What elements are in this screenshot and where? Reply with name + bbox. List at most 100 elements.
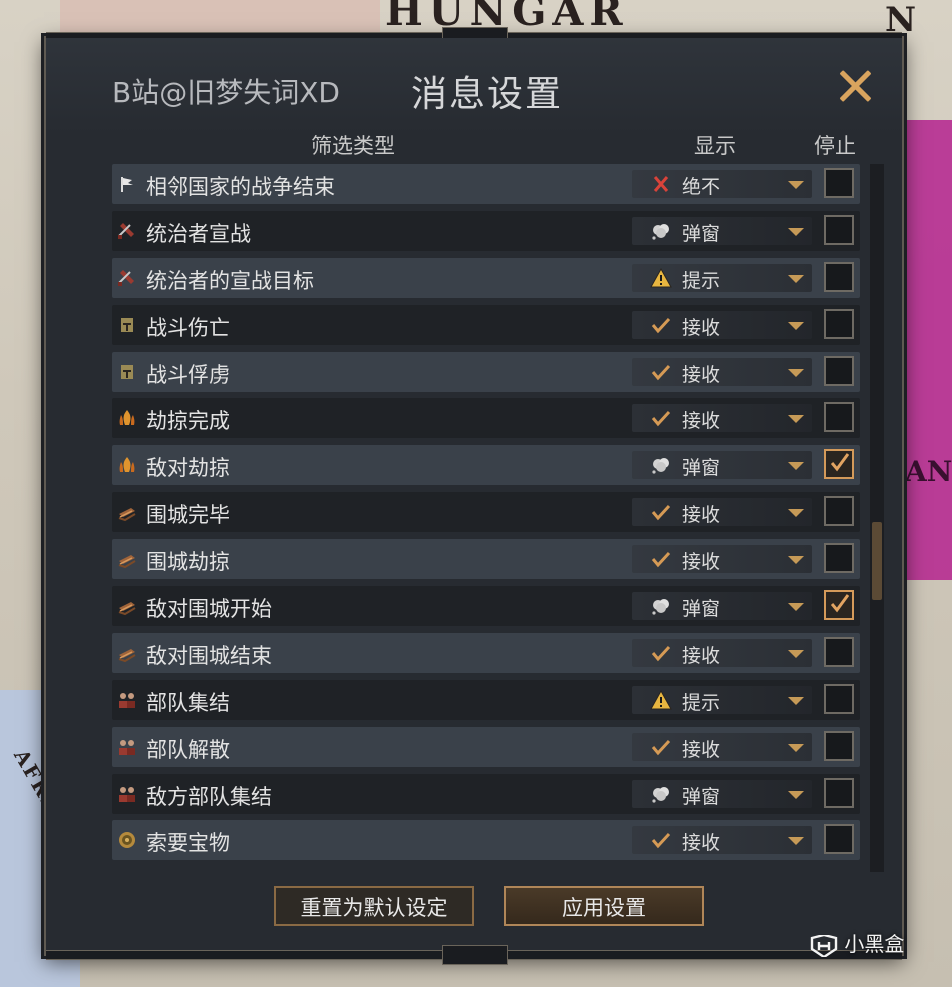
- display-dropdown[interactable]: 接收: [632, 357, 812, 386]
- filter-row: 统治者宣战 弹窗: [112, 210, 860, 251]
- filter-row-label: 统治者的宣战目标: [146, 268, 314, 293]
- checkmark-icon: [830, 592, 850, 614]
- display-dropdown[interactable]: 接收: [632, 638, 812, 667]
- display-dropdown-value: 接收: [682, 316, 721, 339]
- chevron-down-icon: [788, 509, 804, 518]
- stop-checkbox[interactable]: [824, 543, 854, 574]
- dialog-subtitle: B站@旧梦失词XD: [112, 76, 340, 109]
- checkmark-icon: [650, 362, 672, 382]
- reset-defaults-button[interactable]: 重置为默认设定: [274, 886, 474, 926]
- filter-row: 敌对围城结束 接收: [112, 632, 860, 673]
- display-dropdown-value: 接收: [682, 363, 721, 386]
- chevron-down-icon: [788, 696, 804, 705]
- dialog-title: 消息设置: [411, 74, 564, 115]
- filter-row-label: 战斗俘虏: [146, 362, 230, 387]
- dialog-header: B站@旧梦失词XD 消息设置: [46, 38, 902, 134]
- chevron-down-icon: [788, 462, 804, 471]
- message-settings-dialog: B站@旧梦失词XD 消息设置 筛选类型 显示 停止 相邻国家的战争结束 绝不 统治者…: [44, 27, 904, 965]
- checkmark-icon: [650, 549, 672, 569]
- stop-checkbox[interactable]: [824, 636, 854, 667]
- filter-row: 相邻国家的战争结束 绝不: [112, 164, 860, 204]
- stop-checkbox[interactable]: [824, 730, 854, 761]
- war-scroll-icon: [117, 221, 137, 241]
- display-dropdown[interactable]: 弹窗: [632, 216, 812, 245]
- stop-checkbox[interactable]: [824, 308, 854, 339]
- column-header-stop: 停止: [814, 134, 856, 158]
- display-dropdown-value: 提示: [682, 691, 721, 714]
- display-dropdown[interactable]: 弹窗: [632, 592, 812, 621]
- display-dropdown[interactable]: 接收: [632, 826, 812, 855]
- cloud-icon: [650, 221, 672, 241]
- display-dropdown[interactable]: 接收: [632, 498, 812, 527]
- bottom-ornament: [46, 945, 902, 965]
- stop-checkbox[interactable]: [824, 168, 854, 198]
- stop-checkbox[interactable]: [824, 261, 854, 292]
- chevron-down-icon: [788, 790, 804, 799]
- stop-checkbox[interactable]: [824, 777, 854, 808]
- display-dropdown[interactable]: 提示: [632, 263, 812, 292]
- filter-row: 索要宝物 接收: [112, 820, 860, 861]
- display-dropdown[interactable]: 接收: [632, 732, 812, 761]
- filter-list: 相邻国家的战争结束 绝不 统治者宣战 弹窗 统治者的宣战目标 提示 战斗伤亡 接收 战斗俘虏 接收…: [112, 164, 860, 867]
- apply-settings-button[interactable]: 应用设置: [504, 886, 704, 926]
- stop-checkbox[interactable]: [824, 496, 854, 527]
- filter-row-label: 部队集结: [146, 690, 230, 715]
- display-dropdown[interactable]: 弹窗: [632, 451, 812, 480]
- filter-row-label: 敌对劫掠: [146, 456, 230, 481]
- checkmark-icon: [650, 315, 672, 335]
- display-dropdown[interactable]: 绝不: [632, 170, 812, 198]
- stop-checkbox[interactable]: [824, 355, 854, 386]
- display-dropdown-value: 接收: [682, 738, 721, 761]
- chevron-down-icon: [788, 556, 804, 565]
- display-dropdown[interactable]: 接收: [632, 404, 812, 433]
- treasure-icon: [117, 830, 137, 850]
- display-dropdown-value: 接收: [682, 551, 721, 574]
- cloud-icon: [650, 455, 672, 475]
- white-flag-icon: [117, 174, 137, 194]
- chevron-down-icon: [788, 368, 804, 377]
- chevron-down-icon: [788, 603, 804, 612]
- helmet-icon: [117, 362, 137, 382]
- filter-row: 围城完毕 接收: [112, 492, 860, 533]
- checkmark-icon: [830, 451, 850, 473]
- filter-row-label: 敌对围城结束: [146, 643, 272, 668]
- display-dropdown-value: 绝不: [682, 176, 721, 198]
- display-dropdown[interactable]: 提示: [632, 685, 812, 714]
- display-dropdown[interactable]: 接收: [632, 310, 812, 339]
- stop-checkbox[interactable]: [824, 683, 854, 714]
- scrollbar[interactable]: [870, 164, 884, 872]
- filter-row: 敌对围城开始 弹窗: [112, 586, 860, 627]
- stop-checkbox[interactable]: [824, 449, 854, 480]
- checkmark-icon: [650, 643, 672, 663]
- siege-ram-icon: [117, 549, 137, 569]
- column-header-filter: 筛选类型: [311, 134, 395, 158]
- warning-icon: [650, 689, 672, 710]
- display-dropdown[interactable]: 弹窗: [632, 779, 812, 808]
- checkmark-icon: [650, 737, 672, 757]
- display-dropdown-value: 弹窗: [682, 457, 721, 480]
- stop-checkbox[interactable]: [824, 824, 854, 855]
- filter-row: 敌方部队集结 弹窗: [112, 773, 860, 814]
- display-dropdown-value: 接收: [682, 832, 721, 855]
- display-dropdown-value: 提示: [682, 269, 721, 292]
- soldiers-icon: [117, 784, 137, 804]
- helmet-icon: [117, 315, 137, 335]
- display-dropdown-value: 接收: [682, 504, 721, 527]
- scrollbar-thumb[interactable]: [872, 522, 882, 600]
- display-dropdown-value: 弹窗: [682, 598, 721, 621]
- column-header-display: 显示: [694, 134, 736, 158]
- red-x-icon: [650, 174, 672, 194]
- filter-row: 劫掠完成 接收: [112, 398, 860, 439]
- stop-checkbox[interactable]: [824, 590, 854, 621]
- checkmark-icon: [650, 408, 672, 428]
- soldiers-icon: [117, 690, 137, 710]
- chevron-down-icon: [788, 649, 804, 658]
- filter-row-label: 围城劫掠: [146, 550, 230, 575]
- filter-row-label: 战斗伤亡: [146, 315, 230, 340]
- close-icon[interactable]: [836, 66, 876, 106]
- map-label-right: AN: [905, 455, 952, 488]
- stop-checkbox[interactable]: [824, 402, 854, 433]
- display-dropdown[interactable]: 接收: [632, 545, 812, 574]
- stop-checkbox[interactable]: [824, 214, 854, 245]
- siege-ram-icon: [117, 643, 137, 663]
